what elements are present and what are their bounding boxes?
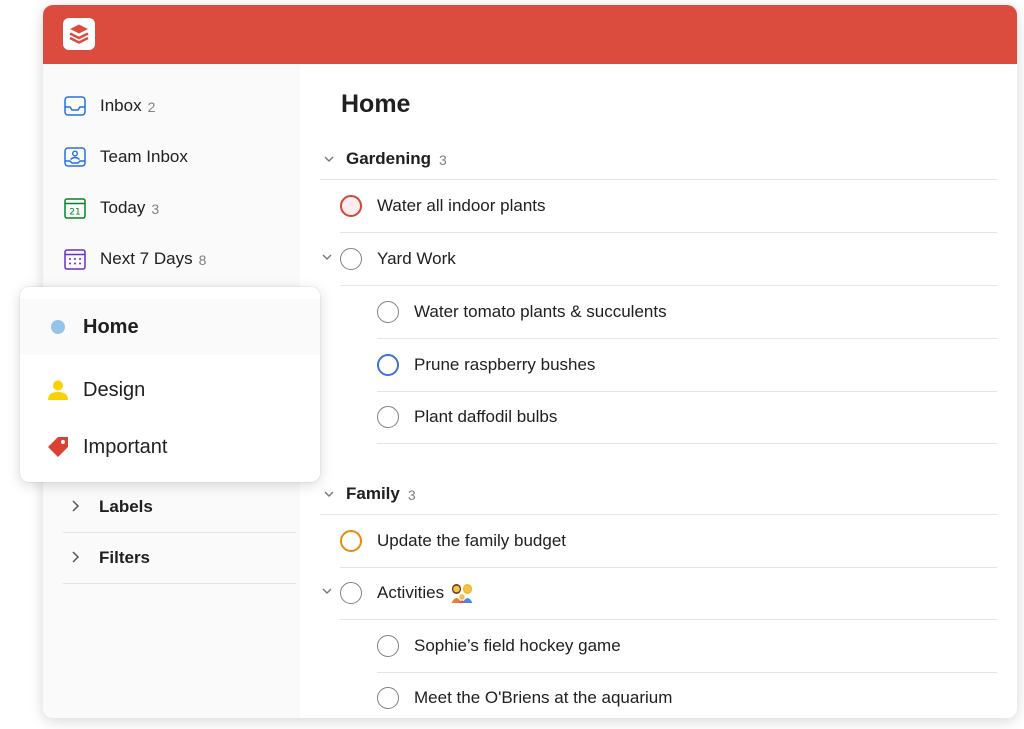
task-row[interactable]: Activities	[322, 567, 997, 620]
section-header-gardening: Gardening 3	[320, 139, 997, 180]
sidebar-item-label: Team Inbox	[100, 147, 188, 166]
task-checkbox[interactable]	[377, 635, 399, 657]
sidebar-item-team-inbox[interactable]: Team Inbox	[63, 139, 283, 175]
sidebar-item-today[interactable]: 21 Today 3	[63, 190, 283, 226]
task-title: Plant daffodil bulbs	[414, 407, 558, 426]
sidebar-item-count: 8	[198, 252, 207, 268]
sidebar-filters-toggle[interactable]: Filters	[63, 533, 296, 584]
sidebar-item-label: Inbox	[100, 96, 142, 115]
calendar-today-icon: 21	[63, 196, 87, 220]
sidebar-item-next-7-days[interactable]: Next 7 Days 8	[63, 241, 283, 277]
popover-item-design[interactable]: Design	[20, 362, 320, 418]
chevron-down-icon[interactable]	[320, 487, 346, 501]
project-popover: Home Design Important	[20, 287, 320, 482]
task-checkbox[interactable]	[377, 354, 399, 376]
sidebar-item-inbox[interactable]: Inbox 2	[63, 88, 283, 124]
task-title: Meet the O'Briens at the aquarium	[414, 688, 673, 707]
filters-heading: Filters	[99, 548, 151, 567]
task-title: Prune raspberry bushes	[414, 355, 596, 374]
inbox-icon	[63, 94, 87, 118]
task-row[interactable]: Update the family budget	[340, 515, 997, 568]
sidebar-item-count: 3	[151, 201, 160, 217]
task-row[interactable]: Plant daffodil bulbs	[377, 391, 997, 444]
section-count: 3	[439, 152, 447, 168]
task-row[interactable]: Water all indoor plants	[340, 180, 997, 233]
chevron-down-icon[interactable]	[320, 152, 346, 166]
svg-text:21: 21	[69, 208, 80, 218]
popover-item-label: Important	[83, 435, 168, 458]
dot-icon	[47, 316, 69, 338]
task-checkbox[interactable]	[340, 530, 362, 552]
task-title: Sophie’s field hockey game	[414, 636, 621, 655]
sidebar-item-count: 2	[147, 99, 156, 115]
task-title: Update the family budget	[377, 531, 567, 550]
task-row[interactable]: Sophie’s field hockey game	[377, 620, 997, 673]
chevron-right-icon	[63, 550, 99, 567]
task-checkbox[interactable]	[377, 687, 399, 709]
chevron-right-icon	[63, 499, 99, 516]
page-title: Home	[341, 90, 411, 118]
top-bar	[43, 5, 1017, 64]
section-count: 3	[407, 487, 416, 503]
sidebar-labels-toggle[interactable]: Labels	[63, 482, 296, 533]
sidebar-item-label: Next 7 Days	[100, 249, 193, 268]
family-emoji-icon	[450, 582, 474, 604]
task-checkbox[interactable]	[377, 301, 399, 323]
popover-item-important[interactable]: Important	[20, 419, 320, 475]
task-row[interactable]: Yard Work	[322, 233, 997, 286]
task-row[interactable]: Meet the O'Briens at the aquarium	[377, 672, 997, 718]
section-name: Gardening	[346, 149, 432, 168]
task-checkbox[interactable]	[377, 406, 399, 428]
popover-item-label: Home	[83, 315, 139, 338]
task-row[interactable]: Prune raspberry bushes	[377, 339, 997, 392]
calendar-week-icon	[63, 247, 87, 271]
task-title: Yard Work	[377, 249, 456, 268]
section-name: Family	[346, 484, 400, 503]
task-row[interactable]: Water tomato plants & succulents	[377, 286, 997, 339]
task-checkbox[interactable]	[340, 582, 362, 604]
popover-item-home[interactable]: Home	[20, 299, 320, 355]
main-content: Home Gardening 3 Water all indoor plants…	[300, 64, 1017, 718]
team-inbox-icon	[63, 145, 87, 169]
task-title: Water all indoor plants	[377, 196, 546, 215]
tag-icon	[47, 436, 69, 458]
task-checkbox[interactable]	[340, 195, 362, 217]
chevron-down-icon[interactable]	[322, 250, 332, 264]
task-title: Water tomato plants & succulents	[414, 302, 667, 321]
labels-heading: Labels	[99, 497, 153, 516]
sidebar-item-label: Today	[100, 198, 146, 217]
person-icon	[47, 379, 69, 401]
chevron-down-icon[interactable]	[322, 584, 332, 598]
task-title: Activities	[377, 583, 445, 602]
app-logo-icon[interactable]	[63, 18, 95, 50]
section-header-family: Family 3	[320, 474, 997, 515]
popover-item-label: Design	[83, 378, 146, 401]
task-checkbox[interactable]	[340, 248, 362, 270]
